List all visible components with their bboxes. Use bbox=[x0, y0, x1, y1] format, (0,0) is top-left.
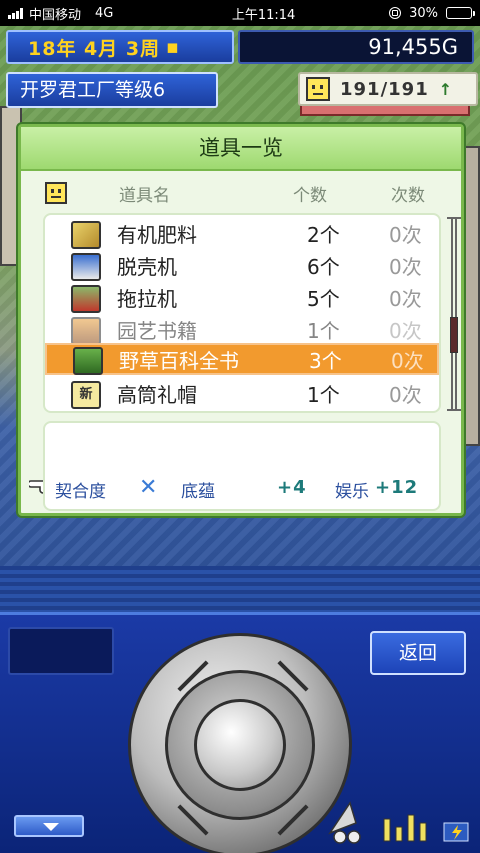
dpad-ring bbox=[165, 670, 315, 820]
battery-icon bbox=[446, 7, 475, 19]
status-left: 中国移动 4G bbox=[8, 4, 178, 23]
item-times: 0次 bbox=[389, 383, 422, 407]
affinity-label: 契合度 bbox=[55, 482, 106, 502]
list-item[interactable]: 有机肥料 2个 0次 bbox=[45, 219, 439, 251]
dpad-center-button[interactable] bbox=[194, 699, 286, 791]
smiley-face-icon bbox=[306, 77, 330, 101]
item-name: 野草百科全书 bbox=[119, 349, 239, 373]
date-text: 18年 4月 3周 bbox=[28, 37, 161, 60]
smiley-face-icon bbox=[45, 182, 67, 204]
fertilizer-icon bbox=[71, 221, 101, 249]
fun-label: 娱乐 bbox=[335, 482, 369, 502]
panel-title: 道具一览 bbox=[21, 127, 461, 171]
battery-percent: 30% bbox=[409, 5, 438, 21]
encyclopedia-icon bbox=[73, 347, 103, 375]
info-pad bbox=[8, 627, 114, 675]
status-right: 30% bbox=[389, 5, 475, 21]
orientation-lock-icon bbox=[389, 7, 402, 19]
item-list-panel: 道具一览 道具名 个数 次数 有机肥料 2个 0次 脱壳机 6个 0次 拖拉机 … bbox=[18, 124, 464, 516]
list-item-selected[interactable]: 野草百科全书 3个 0次 bbox=[45, 343, 439, 375]
new-badge-icon: 新 bbox=[71, 381, 101, 409]
carrier-label: 中国移动 bbox=[29, 7, 82, 23]
network-label: 4G bbox=[95, 5, 114, 21]
date-dot-icon: ▪ bbox=[166, 36, 181, 58]
status-bar: 中国移动 4G 上午11:14 30% bbox=[0, 0, 480, 26]
date-display: 18年 4月 3周 ▪ bbox=[6, 30, 234, 64]
directional-pad[interactable] bbox=[128, 633, 352, 853]
column-count: 个数 bbox=[293, 186, 327, 206]
item-times: 0次 bbox=[391, 349, 424, 373]
item-name: 有机肥料 bbox=[117, 223, 197, 247]
cross-icon: ✕ bbox=[139, 475, 158, 500]
item-count: 6个 bbox=[307, 255, 340, 279]
corner-decoration bbox=[328, 801, 469, 844]
column-times: 次数 bbox=[391, 186, 425, 206]
item-times: 0次 bbox=[389, 255, 422, 279]
happiness-value: 191/191 bbox=[340, 78, 429, 100]
item-count: 1个 bbox=[307, 383, 340, 407]
building-right bbox=[464, 146, 480, 446]
item-name: 脱壳机 bbox=[117, 255, 177, 279]
back-button[interactable]: 返回 bbox=[370, 631, 466, 675]
item-name: 高筒礼帽 bbox=[117, 383, 197, 407]
item-list[interactable]: 有机肥料 2个 0次 脱壳机 6个 0次 拖拉机 5个 0次 园艺书籍 1个 0… bbox=[43, 213, 441, 413]
item-count: 2个 bbox=[307, 223, 340, 247]
scrollbar-thumb[interactable] bbox=[450, 317, 458, 353]
signal-icon bbox=[8, 7, 23, 19]
huller-icon bbox=[71, 253, 101, 281]
fun-value: +12 bbox=[375, 477, 419, 498]
item-name: 拖拉机 bbox=[117, 287, 177, 311]
money-display: 91,455G bbox=[238, 30, 474, 64]
column-name: 道具名 bbox=[119, 186, 170, 206]
list-item[interactable]: 拖拉机 5个 0次 bbox=[45, 283, 439, 315]
item-times: 0次 bbox=[389, 287, 422, 311]
depth-value: +4 bbox=[277, 477, 307, 498]
clock: 上午11:14 bbox=[231, 7, 296, 23]
item-count: 5个 bbox=[307, 287, 340, 311]
item-count: 3个 bbox=[309, 349, 342, 373]
factory-level-display: 开罗君工厂等级6 bbox=[6, 72, 218, 108]
list-item[interactable]: 新 高筒礼帽 1个 0次 bbox=[45, 379, 439, 411]
scrollbar[interactable] bbox=[447, 217, 461, 411]
happiness-display: 191/191 ↑ bbox=[298, 72, 478, 106]
up-arrow-icon: ↑ bbox=[438, 79, 453, 99]
depth-label: 底蕴 bbox=[181, 482, 215, 502]
gardening-book-icon bbox=[71, 317, 101, 345]
item-times: 0次 bbox=[389, 223, 422, 247]
column-header: 道具名 个数 次数 bbox=[21, 181, 461, 206]
scroll-down-button[interactable] bbox=[14, 815, 84, 837]
tractor-icon bbox=[71, 285, 101, 313]
controller-area: 返回 bbox=[0, 612, 480, 853]
list-item[interactable]: 脱壳机 6个 0次 bbox=[45, 251, 439, 283]
dpad-divider bbox=[277, 804, 309, 836]
item-stats: 契合度 ✕ 底蕴 +4 娱乐 +12 bbox=[55, 477, 441, 503]
